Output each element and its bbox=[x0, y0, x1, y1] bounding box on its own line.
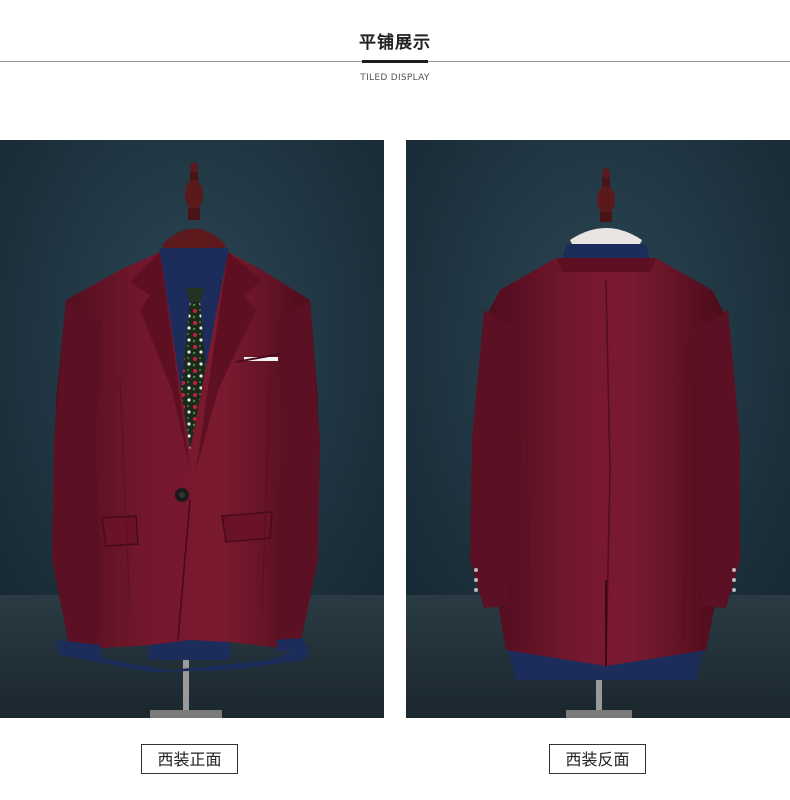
title-divider-accent bbox=[362, 60, 428, 63]
section-subtitle: TILED DISPLAY bbox=[360, 73, 430, 83]
front-view-caption: 西装正面 bbox=[141, 744, 238, 774]
suit-front-photo bbox=[0, 140, 384, 718]
suit-back-photo bbox=[406, 140, 790, 718]
back-view-caption: 西装反面 bbox=[549, 744, 646, 774]
section-title: 平铺展示 bbox=[359, 33, 431, 53]
